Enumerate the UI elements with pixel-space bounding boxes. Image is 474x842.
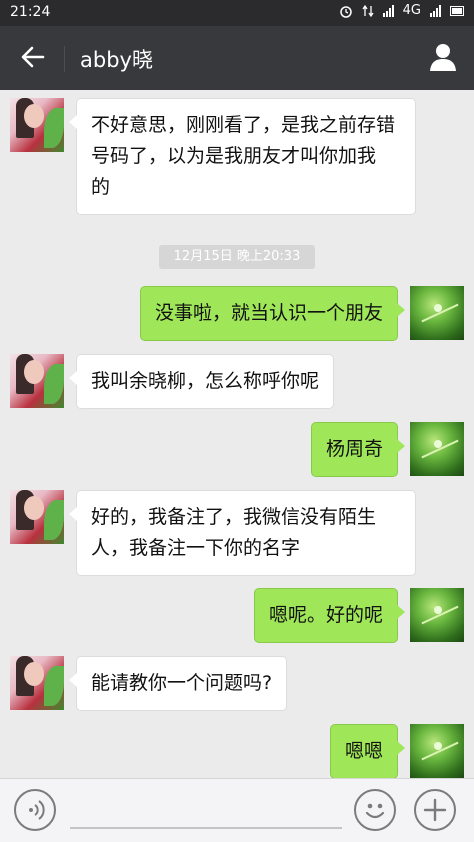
battery-icon bbox=[450, 5, 464, 16]
my-avatar[interactable] bbox=[410, 724, 464, 778]
message-bubble[interactable]: 嗯呢。好的呢 bbox=[253, 588, 406, 643]
message-bubble[interactable]: 嗯嗯 bbox=[329, 724, 406, 778]
message-bubble[interactable]: 好的，我备注了，我微信没有陌生 人，我备注一下你的名字 bbox=[69, 490, 416, 576]
header-divider bbox=[64, 46, 65, 72]
message-list[interactable]: 不好意思，刚刚看了，是我之前存错 号码了，以为是我朋友才叫你加我 的 12月15… bbox=[0, 90, 474, 778]
more-button[interactable] bbox=[414, 789, 456, 831]
status-time: 21:24 bbox=[10, 4, 51, 20]
message-bubble[interactable]: 能请教你一个问题吗? bbox=[68, 656, 288, 711]
alarm-icon bbox=[339, 5, 352, 18]
my-avatar[interactable] bbox=[410, 422, 464, 476]
signal-icon bbox=[382, 4, 394, 17]
contact-avatar[interactable] bbox=[10, 98, 64, 152]
timestamp: 12月15日 晚上20:33 bbox=[159, 245, 315, 269]
contact-name: abby晓 bbox=[80, 48, 153, 72]
voice-button[interactable] bbox=[14, 789, 56, 831]
input-bar bbox=[0, 778, 474, 842]
emoji-button[interactable] bbox=[354, 789, 396, 831]
contact-avatar[interactable] bbox=[10, 656, 64, 710]
status-icons: 4G bbox=[339, 3, 464, 18]
message-bubble[interactable]: 杨周奇 bbox=[310, 422, 406, 477]
data-transfer-icon bbox=[362, 4, 374, 17]
message-bubble[interactable]: 我叫余晓柳，怎么称呼你呢 bbox=[68, 354, 335, 409]
arrow-left-icon[interactable] bbox=[18, 42, 48, 72]
message-bubble[interactable]: 没事啦，就当认识一个朋友 bbox=[139, 286, 406, 341]
network-type: 4G bbox=[402, 3, 421, 18]
person-icon[interactable] bbox=[428, 42, 458, 72]
contact-avatar[interactable] bbox=[10, 490, 64, 544]
status-bar: 21:24 4G bbox=[0, 0, 474, 26]
chat-header: abby晓 bbox=[0, 26, 474, 90]
voice-icon bbox=[29, 800, 45, 820]
my-avatar[interactable] bbox=[410, 286, 464, 340]
message-input[interactable] bbox=[70, 791, 342, 825]
plus-icon bbox=[423, 798, 447, 822]
contact-avatar[interactable] bbox=[10, 354, 64, 408]
message-input-underline bbox=[70, 791, 342, 829]
emoji-icon bbox=[365, 803, 385, 819]
message-bubble[interactable]: 不好意思，刚刚看了，是我之前存错 号码了，以为是我朋友才叫你加我 的 bbox=[69, 98, 416, 215]
signal-icon-2 bbox=[430, 4, 441, 17]
my-avatar[interactable] bbox=[410, 588, 464, 642]
